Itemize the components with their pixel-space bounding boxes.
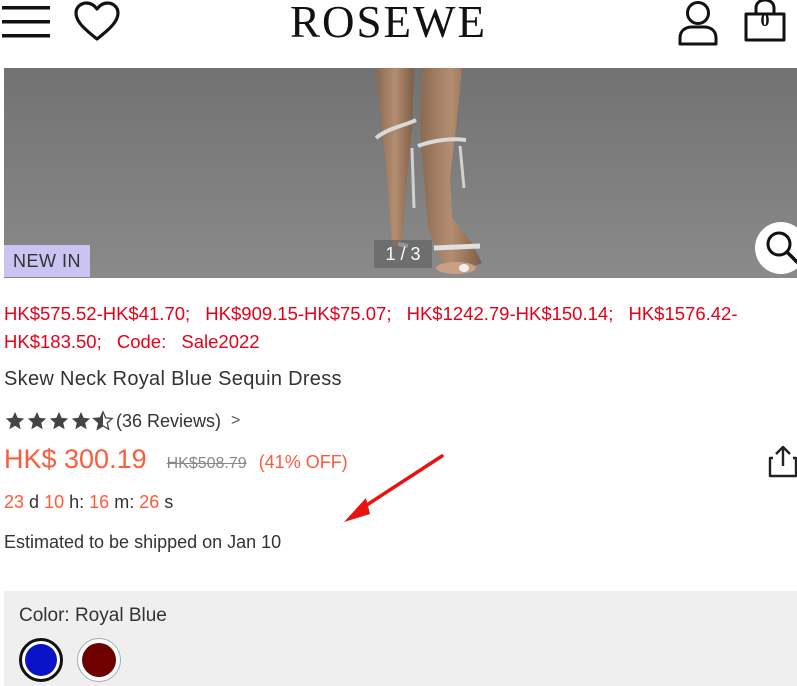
- cart-count: 0: [760, 10, 770, 30]
- shipping-estimate: Estimated to be shipped on Jan 10: [4, 532, 282, 552]
- new-in-badge: NEW IN: [4, 245, 90, 277]
- price-row: HK$ 300.19 HK$508.79 (41% OFF): [4, 444, 348, 480]
- star-full-icon: [27, 411, 47, 430]
- promo-tier-1: HK$575.52-HK$41.70;: [4, 303, 191, 324]
- promo-code-label: Code:: [116, 331, 167, 352]
- sale-countdown: 23 d 10 h: 16 m: 26 s: [4, 492, 173, 513]
- search-icon: [766, 231, 797, 264]
- countdown-minutes-unit: m:: [114, 492, 135, 512]
- image-pager: 1 / 3: [374, 240, 432, 268]
- countdown-days-unit: d: [29, 492, 40, 512]
- reviews-count[interactable]: (36 Reviews): [116, 411, 221, 432]
- star-full-icon: [5, 411, 25, 430]
- header: ROSEWE 0: [0, 0, 797, 68]
- product-title: Skew Neck Royal Blue Sequin Dress: [4, 368, 342, 390]
- color-label: Color: Royal Blue: [19, 605, 167, 626]
- chevron-right-icon[interactable]: >: [231, 412, 240, 430]
- countdown-hours-unit: h:: [69, 492, 85, 512]
- current-price: HK$ 300.19: [4, 444, 147, 474]
- countdown-minutes: 16: [89, 492, 110, 512]
- star-full-icon: [49, 411, 69, 430]
- annotation-arrow: [344, 454, 444, 522]
- color-selector: Color: Royal Blue: [4, 591, 797, 686]
- promo-tier-3: HK$1242.79-HK$150.14;: [406, 303, 614, 324]
- countdown-hours: 10: [44, 492, 65, 512]
- star-full-icon: [71, 411, 91, 430]
- zoom-button[interactable]: [755, 222, 797, 274]
- logo[interactable]: ROSEWE: [290, 0, 487, 48]
- product-image[interactable]: NEW IN 1 / 3: [4, 68, 797, 278]
- color-swatch-royal-blue[interactable]: [19, 638, 63, 682]
- promo-tier-2: HK$909.15-HK$75.07;: [205, 303, 392, 324]
- heart-icon[interactable]: [73, 1, 121, 43]
- original-price: HK$508.79: [166, 455, 247, 472]
- promo-code-value: Sale2022: [181, 331, 260, 352]
- star-half-icon: [92, 410, 114, 431]
- rating-row[interactable]: (36 Reviews) >: [4, 409, 240, 433]
- user-icon[interactable]: [676, 0, 720, 46]
- countdown-seconds-unit: s: [164, 492, 174, 512]
- menu-icon[interactable]: [0, 2, 52, 42]
- share-icon[interactable]: [768, 444, 797, 478]
- promo-text: HK$575.52-HK$41.70; HK$909.15-HK$75.07; …: [4, 300, 784, 356]
- countdown-seconds: 26: [139, 492, 160, 512]
- rating-stars: [4, 410, 114, 432]
- countdown-days: 23: [4, 492, 25, 512]
- color-swatch-burgundy[interactable]: [77, 638, 121, 682]
